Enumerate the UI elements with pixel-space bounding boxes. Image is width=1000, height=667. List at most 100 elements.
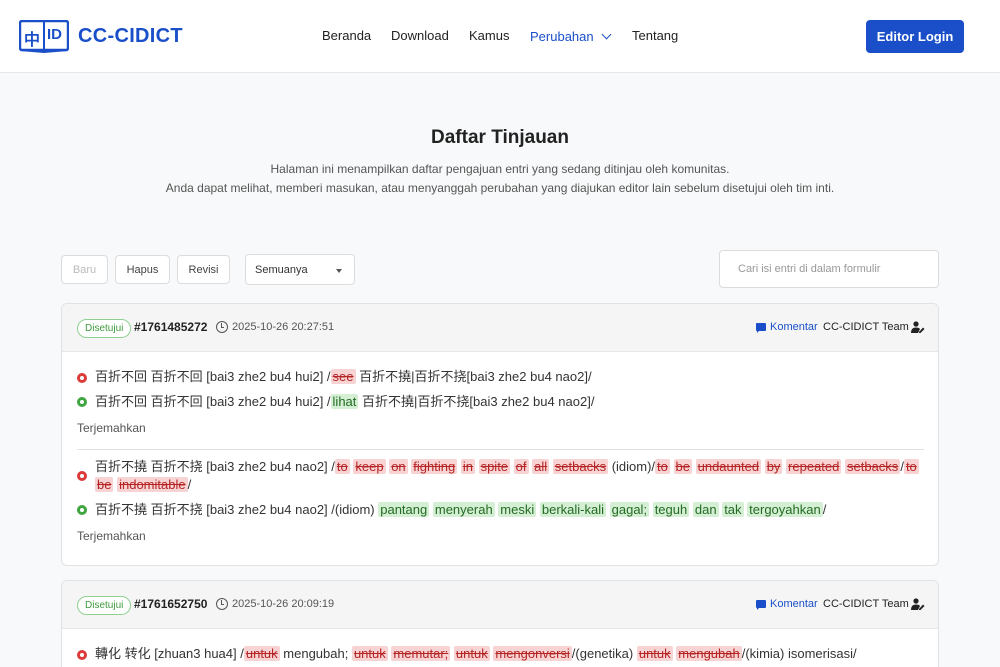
deleted-word: be: [673, 459, 692, 474]
status-badge: Disetujui: [77, 596, 132, 615]
nav-perubahan[interactable]: Perubahan: [530, 28, 612, 46]
deleted-word: see: [330, 369, 356, 384]
chevron-down-icon: [601, 29, 612, 40]
comment-icon: [756, 600, 766, 610]
new-button[interactable]: Baru: [61, 255, 108, 284]
added-word: dan: [692, 502, 719, 517]
removed-dot: [77, 650, 87, 660]
editor-login-button[interactable]: Editor Login: [866, 20, 964, 53]
nav-kamus[interactable]: Kamus: [469, 28, 509, 43]
deleted-word: untuk: [636, 646, 673, 661]
deleted-word: spite: [478, 459, 511, 474]
added-dot: [77, 505, 87, 515]
intro-line-1: Halaman ini menampilkan daftar pengajuan…: [270, 162, 730, 176]
deleted-word: untuk: [453, 646, 490, 661]
deleted-word: setbacks: [845, 459, 901, 474]
entry-text: 百折不撓|百折不挠[bai3 zhe2 bu4 nao2]/: [358, 394, 595, 409]
entry-text: /: [187, 477, 192, 492]
user-edit-icon: [911, 321, 925, 333]
review-card: Disetujui #1761652750 2025-10-26 20:09:1…: [61, 580, 939, 667]
deleted-word: by: [764, 459, 783, 474]
search-input[interactable]: [719, 250, 939, 288]
old-entry-line: 轉化 转化 [zhuan3 hua4] / untuk mengubah; unt…: [95, 645, 857, 663]
deleted-word: to: [334, 459, 350, 474]
new-entry-line: 百折不回 百折不回 [bai3 zhe2 bu4 hui2] / lihat 百折…: [95, 393, 594, 411]
team-name: CC-CIDICT Team: [823, 321, 909, 333]
entry-id[interactable]: #1761652750: [134, 597, 207, 611]
deleted-word: mengonversi: [493, 646, 572, 661]
deleted-word: untuk: [351, 646, 388, 661]
clock-icon: [216, 598, 228, 610]
top-header: 中 ID CC-CIDICT Beranda Download Kamus Pe…: [0, 0, 1000, 73]
old-entry-line: 百折不撓 百折不挠 [bai3 zhe2 bu4 nao2] / to keep …: [95, 458, 927, 494]
translate-link[interactable]: Terjemahkan: [77, 421, 146, 435]
delete-button[interactable]: Hapus: [115, 255, 170, 284]
deleted-word: all: [532, 459, 550, 474]
card-header: Disetujui #1761485272 2025-10-26 20:27:5…: [62, 304, 938, 352]
revision-button[interactable]: Revisi: [177, 255, 230, 284]
comment-icon: [756, 323, 766, 333]
added-word: gagal;: [609, 502, 650, 517]
added-dot: [77, 397, 87, 407]
entry-text: /(kimia) isomerisasi/: [741, 646, 857, 661]
added-word: tak: [722, 502, 744, 517]
added-word: menyerah: [432, 502, 495, 517]
added-word: meski: [498, 502, 537, 517]
entry-date: 2025-10-26 20:27:51: [232, 321, 335, 333]
deleted-word: on: [389, 459, 408, 474]
filter-select[interactable]: Semuanya: [245, 254, 355, 285]
removed-dot: [77, 373, 87, 383]
deleted-word: repeated: [786, 459, 842, 474]
translate-link[interactable]: Terjemahkan: [77, 529, 146, 543]
deleted-word: indomitable: [117, 477, 188, 492]
entry-text: 百折不回 百折不回 [bai3 zhe2 bu4 hui2] /: [95, 369, 331, 384]
deleted-word: be: [95, 477, 114, 492]
deleted-word: memutar;: [391, 646, 451, 661]
comment-link[interactable]: Komentar: [770, 598, 818, 610]
deleted-word: undaunted: [695, 459, 762, 474]
intro-line-2: Anda dapat melihat, memberi masukan, ata…: [165, 181, 835, 195]
user-edit-icon: [911, 598, 925, 610]
deleted-word: of: [513, 459, 529, 474]
entry-text: /(genetika): [571, 646, 637, 661]
status-badge: Disetujui: [77, 319, 132, 338]
entry-text: (idiom)/: [608, 459, 656, 474]
entry-text: 百折不撓 百折不挠 [bai3 zhe2 bu4 nao2] /: [95, 459, 335, 474]
added-word: lihat: [330, 394, 359, 409]
entry-text: 百折不回 百折不回 [bai3 zhe2 bu4 hui2] /: [95, 394, 331, 409]
deleted-word: keep: [353, 459, 386, 474]
nav-download[interactable]: Download: [391, 28, 449, 43]
deleted-word: to: [655, 459, 670, 474]
card-header: Disetujui #1761652750 2025-10-26 20:09:1…: [62, 581, 938, 629]
new-entry-line: 百折不撓 百折不挠 [bai3 zhe2 bu4 nao2] /(idiom) …: [95, 501, 826, 519]
divider: [77, 449, 924, 450]
added-word: teguh: [652, 502, 690, 517]
team-name: CC-CIDICT Team: [823, 598, 909, 610]
entry-id[interactable]: #1761485272: [134, 320, 207, 334]
comment-link[interactable]: Komentar: [770, 321, 818, 333]
added-word: berkali-kali: [539, 502, 607, 517]
main-nav: Beranda Download Kamus Perubahan Tentang: [0, 0, 1000, 73]
nav-perubahan-label: Perubahan: [530, 29, 594, 44]
deleted-word: setbacks: [552, 459, 609, 474]
entry-date: 2025-10-26 20:09:19: [232, 598, 335, 610]
entry-text: 百折不撓 百折不挠 [bai3 zhe2 bu4 nao2] /(idiom): [95, 502, 379, 517]
added-word: tergoyahkan: [747, 502, 823, 517]
nav-beranda[interactable]: Beranda: [322, 28, 371, 43]
deleted-word: untuk: [243, 646, 280, 661]
deleted-word: in: [460, 459, 475, 474]
old-entry-line: 百折不回 百折不回 [bai3 zhe2 bu4 hui2] / see 百折不撓…: [95, 368, 592, 386]
review-card: Disetujui #1761485272 2025-10-26 20:27:5…: [61, 303, 939, 566]
filter-select-value: Semuanya: [255, 264, 308, 276]
entry-text: 百折不撓|百折不挠[bai3 zhe2 bu4 nao2]/: [355, 369, 592, 384]
caret-down-icon: [336, 269, 342, 273]
added-word: pantang: [378, 502, 430, 517]
deleted-word: to: [903, 459, 919, 474]
nav-tentang[interactable]: Tentang: [632, 28, 678, 43]
page-title: Daftar Tinjauan: [431, 127, 569, 148]
deleted-word: mengubah: [676, 646, 742, 661]
entry-text: 轉化 转化 [zhuan3 hua4] /: [95, 646, 244, 661]
clock-icon: [216, 321, 228, 333]
entry-text: mengubah;: [279, 646, 352, 661]
entry-text: /: [822, 502, 827, 517]
